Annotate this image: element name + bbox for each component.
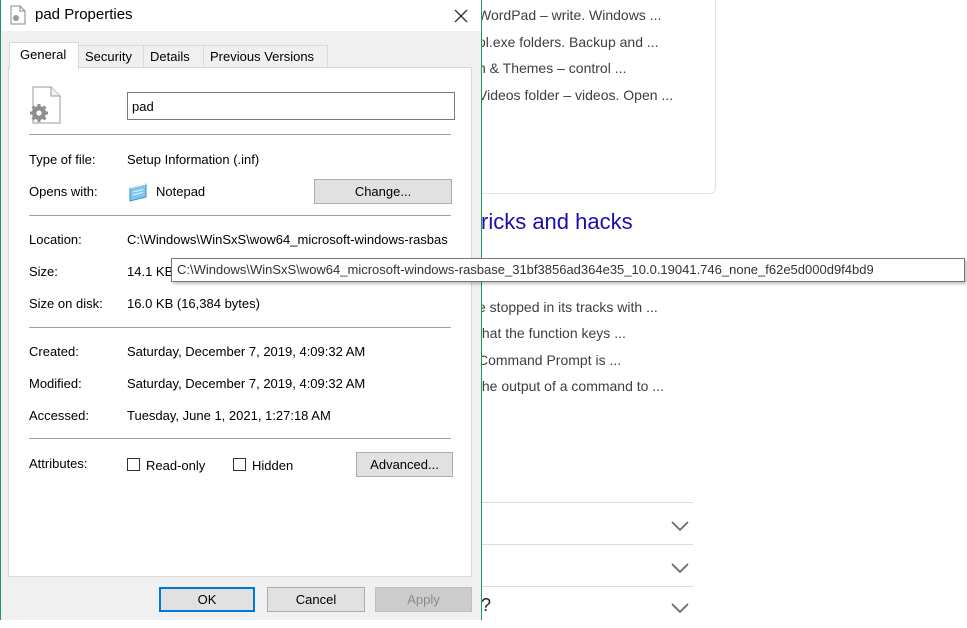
chevron-down-icon[interactable] bbox=[671, 520, 689, 532]
created-value: Saturday, December 7, 2019, 4:09:32 AM bbox=[127, 344, 366, 359]
attributes-label: Attributes: bbox=[29, 456, 88, 471]
accessed-label: Accessed: bbox=[29, 408, 89, 423]
size-on-disk-label: Size on disk: bbox=[29, 296, 103, 311]
read-only-checkbox[interactable] bbox=[127, 458, 140, 471]
opens-with-value: Notepad bbox=[156, 184, 206, 199]
size-label: Size: bbox=[29, 264, 58, 279]
dialog-title: pad Properties bbox=[35, 6, 133, 23]
tab-details[interactable]: Details bbox=[143, 45, 204, 68]
file-icon bbox=[10, 5, 26, 25]
ok-button[interactable]: OK bbox=[159, 587, 255, 612]
separator bbox=[29, 327, 451, 328]
tab-previous-versions[interactable]: Previous Versions bbox=[203, 45, 328, 68]
background-text-line: that the function keys ... bbox=[478, 325, 626, 341]
location-label: Location: bbox=[29, 232, 82, 247]
chevron-down-icon[interactable] bbox=[671, 562, 689, 574]
background-text-line: Command Prompt is ... bbox=[478, 352, 622, 368]
type-of-file-label: Type of file: bbox=[29, 152, 96, 167]
hidden-label[interactable]: Hidden bbox=[252, 458, 293, 473]
close-icon bbox=[454, 9, 468, 22]
tab-security[interactable]: Security bbox=[78, 45, 144, 68]
cancel-button[interactable]: Cancel bbox=[267, 587, 365, 612]
background-text-line: e stopped in its tracks with ... bbox=[478, 299, 658, 315]
background-card-line[interactable]: Videos folder – videos. Open ... bbox=[478, 87, 673, 103]
location-value[interactable]: C:\Windows\WinSxS\wow64_microsoft-window… bbox=[127, 232, 455, 247]
apply-button[interactable]: Apply bbox=[375, 587, 472, 612]
hidden-checkbox[interactable] bbox=[233, 458, 246, 471]
accessed-value: Tuesday, June 1, 2021, 1:27:18 AM bbox=[127, 408, 331, 423]
change-button[interactable]: Change... bbox=[314, 179, 452, 204]
file-name-input[interactable] bbox=[127, 92, 455, 120]
separator bbox=[29, 438, 451, 439]
location-tooltip: C:\Windows\WinSxS\wow64_microsoft-window… bbox=[171, 258, 965, 282]
modified-label: Modified: bbox=[29, 376, 82, 391]
size-value: 14.1 KB bbox=[127, 264, 174, 279]
settings-file-icon bbox=[30, 86, 61, 124]
close-button[interactable] bbox=[441, 0, 481, 31]
notepad-icon bbox=[129, 183, 147, 202]
chevron-down-icon[interactable] bbox=[671, 602, 689, 614]
properties-dialog: pad Properties General Security Details … bbox=[0, 0, 482, 620]
background-card-line[interactable]: WordPad – write. Windows ... bbox=[478, 7, 661, 23]
background-link-heading[interactable]: ricks and hacks bbox=[481, 209, 633, 235]
background-card-line[interactable]: n & Themes – control ... bbox=[478, 60, 626, 76]
background-text-line: the output of a command to ... bbox=[478, 378, 664, 394]
type-of-file-value: Setup Information (.inf) bbox=[127, 152, 260, 167]
separator bbox=[29, 134, 451, 135]
advanced-button[interactable]: Advanced... bbox=[356, 452, 453, 477]
accordion-row-text: ? bbox=[481, 595, 492, 615]
tab-general[interactable]: General bbox=[9, 42, 79, 69]
background-card-line[interactable]: ol.exe folders. Backup and ... bbox=[478, 34, 659, 50]
opens-with-label: Opens with: bbox=[29, 184, 98, 199]
title-bar[interactable]: pad Properties bbox=[1, 0, 481, 31]
modified-value: Saturday, December 7, 2019, 4:09:32 AM bbox=[127, 376, 366, 391]
separator bbox=[29, 215, 451, 216]
created-label: Created: bbox=[29, 344, 79, 359]
size-on-disk-value: 16.0 KB (16,384 bytes) bbox=[127, 296, 260, 311]
read-only-label[interactable]: Read-only bbox=[146, 458, 205, 473]
general-tab-panel: Type of file: Setup Information (.inf) O… bbox=[8, 67, 472, 577]
